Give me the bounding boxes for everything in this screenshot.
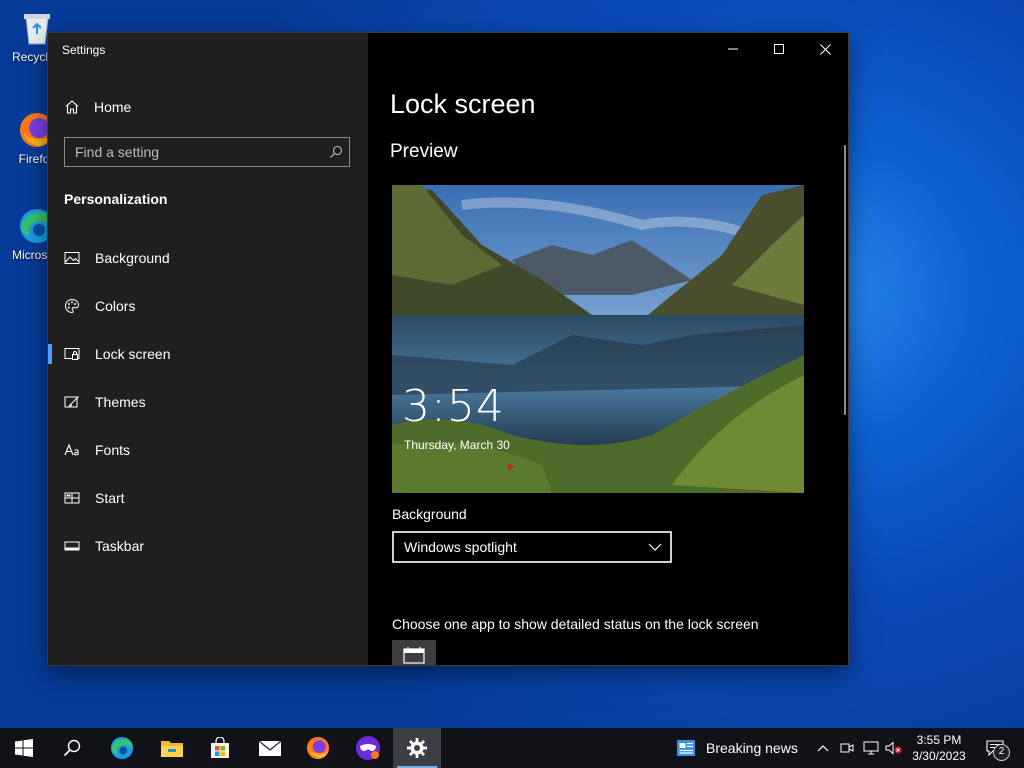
taskbar-clock[interactable]: 3:55 PM 3/30/2023	[905, 732, 973, 764]
themes-brush-icon	[48, 394, 95, 410]
window-title: Settings	[62, 43, 106, 57]
search-icon	[63, 739, 81, 757]
mail-icon	[258, 740, 282, 756]
detailed-status-app-button[interactable]	[392, 640, 436, 665]
picture-icon	[48, 250, 95, 266]
category-heading: Personalization	[64, 191, 168, 207]
settings-window: Settings Home Personalization Background	[48, 33, 848, 665]
start-grid-icon	[48, 490, 95, 506]
taskbar-firefox[interactable]	[294, 728, 342, 768]
clock-date: 3/30/2023	[912, 749, 966, 763]
lock-screen-icon	[48, 346, 95, 362]
background-label: Background	[392, 506, 467, 522]
chevron-up-icon	[817, 745, 829, 752]
volume-muted-icon	[885, 741, 902, 755]
taskbar-file-explorer[interactable]	[148, 728, 196, 768]
taskbar-private-browser[interactable]	[344, 728, 392, 768]
preview-heading: Preview	[390, 141, 458, 162]
sidebar-item-themes[interactable]: Themes	[48, 378, 368, 426]
home-icon	[65, 100, 79, 114]
chevron-down-icon	[648, 543, 662, 551]
action-center-button[interactable]: 2	[980, 728, 1010, 768]
sidebar-item-label: Themes	[95, 394, 146, 410]
camera-icon	[840, 743, 854, 753]
sidebar-item-label: Fonts	[95, 442, 131, 458]
taskbar-settings[interactable]	[393, 728, 441, 768]
palette-icon	[48, 298, 95, 314]
start-button[interactable]	[0, 728, 48, 768]
sidebar-item-taskbar[interactable]: Taskbar	[48, 522, 368, 570]
sidebar-item-label: Taskbar	[95, 538, 145, 554]
news-widget[interactable]: Breaking news	[676, 728, 798, 768]
clock-time: 3:55 PM	[916, 733, 962, 747]
network-icon	[863, 741, 879, 755]
sidebar-item-label: Lock screen	[95, 346, 171, 362]
taskbar: Breaking news 3:55 PM 3/30/2023 2	[0, 728, 1024, 768]
sidebar-item-background[interactable]: Background	[48, 234, 368, 282]
taskbar-mail[interactable]	[246, 728, 294, 768]
firefox-icon	[306, 736, 330, 760]
sidebar: Settings Home Personalization Background	[48, 33, 368, 665]
page-title: Lock screen	[390, 89, 536, 119]
content-pane: Lock screen Preview 3:54 Thursday, March…	[368, 33, 848, 665]
edge-icon	[110, 736, 134, 760]
background-dropdown-value: Windows spotlight	[404, 539, 517, 555]
tray-meet-now[interactable]	[838, 728, 856, 768]
notification-count-badge: 2	[993, 744, 1010, 761]
lock-screen-preview: 3:54 Thursday, March 30	[392, 185, 804, 493]
taskbar-edge[interactable]	[98, 728, 146, 768]
show-hidden-icons-button[interactable]	[814, 728, 832, 768]
scrollbar[interactable]	[844, 145, 846, 415]
search-taskbar-button[interactable]	[48, 728, 96, 768]
search-icon[interactable]	[329, 145, 343, 159]
fonts-icon	[48, 442, 95, 458]
preview-date: Thursday, March 30	[404, 438, 510, 452]
search-box[interactable]	[64, 137, 350, 167]
sidebar-nav: Background Colors Lock screen Themes Fon…	[48, 234, 368, 570]
tray-volume[interactable]	[884, 728, 904, 768]
sidebar-item-start[interactable]: Start	[48, 474, 368, 522]
home-label: Home	[94, 99, 132, 115]
sidebar-item-label: Colors	[95, 298, 136, 314]
sidebar-item-home[interactable]: Home	[64, 97, 131, 117]
sidebar-item-label: Background	[95, 250, 170, 266]
gear-icon	[407, 738, 427, 758]
news-icon	[677, 740, 695, 756]
calendar-icon	[403, 647, 425, 664]
sidebar-item-label: Start	[95, 490, 125, 506]
windows-logo-icon	[15, 739, 33, 757]
taskbar-store[interactable]	[196, 728, 244, 768]
background-dropdown[interactable]: Windows spotlight	[392, 531, 672, 563]
private-mask-icon	[356, 736, 380, 760]
sidebar-item-lock-screen[interactable]: Lock screen	[48, 330, 368, 378]
tray-network[interactable]	[861, 728, 881, 768]
folder-icon	[161, 741, 183, 757]
store-bag-icon	[211, 737, 229, 758]
search-input[interactable]	[65, 138, 335, 166]
taskbar-icon	[48, 538, 95, 554]
sidebar-item-fonts[interactable]: Fonts	[48, 426, 368, 474]
preview-time: 3:54	[402, 381, 505, 432]
detailed-status-label: Choose one app to show detailed status o…	[392, 616, 759, 632]
news-headline: Breaking news	[706, 740, 798, 756]
sidebar-item-colors[interactable]: Colors	[48, 282, 368, 330]
